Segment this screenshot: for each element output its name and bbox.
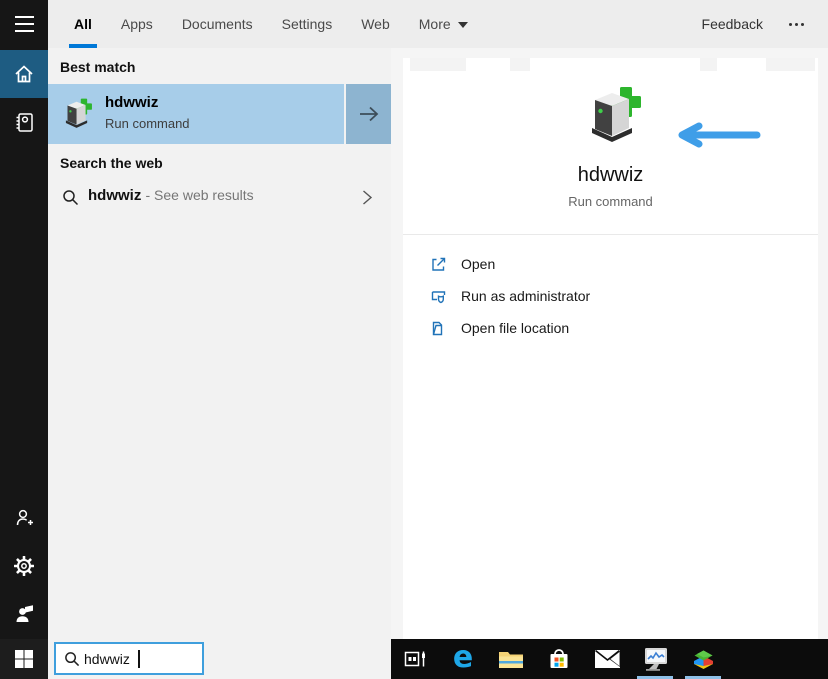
user-add-icon [16,509,33,526]
edge-icon: e [452,640,474,675]
search-results-panel: Best match hdwwiz Run command Search the… [48,48,391,639]
action-open-label: Open [461,256,496,272]
system-monitor-app-button[interactable] [631,639,679,679]
tab-web[interactable]: Web [361,0,390,48]
expand-result-button[interactable] [346,84,391,144]
task-view-icon [404,651,425,667]
add-hardware-icon [592,87,641,142]
best-match-row: hdwwiz Run command [48,84,391,144]
tab-more-label: More [418,16,451,32]
tab-settings-label: Settings [281,16,333,32]
person-feedback-icon [16,605,33,622]
chevron-right-icon [363,190,373,205]
microsoft-store-icon [550,649,568,668]
tab-all-label: All [74,16,92,32]
web-search-item[interactable]: hdwwiz - See web results [48,178,391,216]
windows-search-screen: All Apps Documents Settings Web More Fee… [0,0,828,679]
arrow-right-icon [359,106,378,122]
tab-settings[interactable]: Settings [282,0,333,48]
tab-documents-label: Documents [181,16,253,32]
hamburger-icon [14,16,34,32]
task-view-button[interactable] [391,639,439,679]
best-match-header: Best match [60,59,136,75]
notebook-icon [16,113,33,132]
sidebar-item-home[interactable] [0,50,48,98]
action-open-file-location[interactable]: Open file location [403,312,818,344]
web-search-suffix: - See web results [145,187,254,203]
microsoft-store-button[interactable] [535,639,583,679]
file-explorer-button[interactable] [487,639,535,679]
search-input[interactable] [84,644,200,673]
open-icon [432,257,446,271]
ghost-artifact [410,58,466,71]
detail-panel-area: hdwwiz Run command Open Run as administr… [391,48,828,639]
chevron-down-icon [457,22,468,29]
action-open-file-location-label: Open file location [461,320,570,336]
search-box [54,642,204,675]
mail-icon [594,649,620,668]
more-options-icon[interactable] [787,17,806,32]
feedback-link[interactable]: Feedback [702,16,763,32]
sidebar-item-settings[interactable] [0,542,48,590]
add-hardware-icon [65,98,92,128]
edge-button[interactable]: e [439,639,487,679]
gear-icon [14,556,34,576]
topbar-right: Feedback [702,0,828,48]
tab-apps[interactable]: Apps [121,0,153,48]
ghost-artifact [510,58,530,71]
search-sidebar [0,0,48,679]
tab-more[interactable]: More [419,0,468,48]
tab-all[interactable]: All [69,0,97,48]
action-run-as-admin-label: Run as administrator [461,288,591,304]
filter-tabs: All Apps Documents Settings Web More [48,0,497,48]
hamburger-menu-button[interactable] [0,0,48,48]
annotation-arrow-left-icon [678,122,761,148]
divider [403,234,818,235]
folder-icon [432,321,443,335]
search-input-area [48,639,391,679]
admin-shield-icon [431,290,446,303]
action-run-as-admin[interactable]: Run as administrator [403,280,818,312]
action-list: Open Run as administrator Open file loca… [403,248,818,344]
tab-web-label: Web [361,16,390,32]
best-match-title: hdwwiz [105,94,159,111]
result-detail-card: hdwwiz Run command Open Run as administr… [403,58,818,639]
sidebar-item-account[interactable] [0,494,48,542]
tab-documents[interactable]: Documents [182,0,253,48]
web-search-query: hdwwiz [88,187,142,204]
detail-subtitle: Run command [568,194,653,209]
sidebar-item-feedback[interactable] [0,590,48,638]
home-icon [15,65,33,83]
detail-title: hdwwiz [577,164,644,186]
file-explorer-icon [499,652,523,668]
web-search-text: hdwwiz - See web results [88,187,254,204]
bluestacks-button[interactable] [679,639,727,679]
tab-apps-label: Apps [120,16,153,32]
ghost-artifact [700,58,717,71]
best-match-item[interactable]: hdwwiz Run command [48,84,344,144]
best-match-subtitle: Run command [105,116,190,131]
sidebar-item-notebook[interactable] [0,98,48,146]
ghost-artifact [766,58,815,71]
search-web-header: Search the web [60,155,163,171]
action-open[interactable]: Open [403,248,818,280]
search-icon [65,652,80,667]
windows-logo-icon [15,650,33,668]
search-icon [63,190,79,206]
taskbar: e [391,639,828,679]
system-monitor-app-icon [645,648,667,671]
start-button[interactable] [0,639,48,679]
bluestacks-icon [693,650,713,669]
filter-tab-bar: All Apps Documents Settings Web More Fee… [48,0,828,48]
mail-button[interactable] [583,639,631,679]
